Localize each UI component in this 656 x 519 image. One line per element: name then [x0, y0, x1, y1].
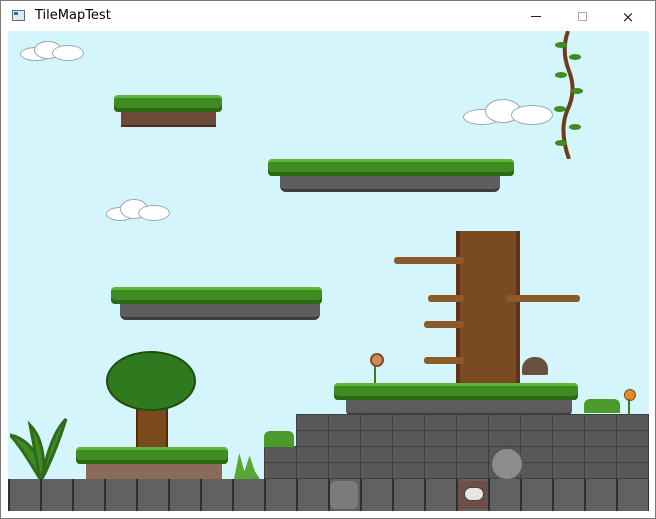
- title-bar[interactable]: TileMapTest ×: [1, 1, 655, 32]
- grass-tuft: [264, 431, 294, 447]
- hanging-vine: [554, 31, 583, 159]
- minimize-icon: [531, 16, 541, 17]
- window-title: TileMapTest: [35, 8, 111, 23]
- maximize-icon: [577, 12, 587, 21]
- stone-floor-tile-variant: [330, 481, 358, 509]
- close-icon: ×: [621, 7, 635, 26]
- cloud-sprite: [20, 39, 84, 61]
- boulder-sprite: [490, 447, 524, 481]
- game-viewport[interactable]: [8, 31, 649, 511]
- stone-block-lower: [264, 446, 649, 480]
- cloud-sprite: [106, 199, 170, 221]
- flower-sprite: [366, 353, 384, 383]
- skull-fossil-tile: [458, 481, 488, 509]
- cloud-sprite: [463, 97, 553, 125]
- grass-tuft: [584, 399, 620, 413]
- grass-tuft: [234, 453, 260, 479]
- stone-floor: [8, 479, 649, 511]
- stone-block-upper: [296, 414, 649, 448]
- maximize-button[interactable]: [559, 1, 605, 32]
- app-window-icon: [12, 10, 25, 21]
- minimize-button[interactable]: [513, 1, 559, 32]
- close-button[interactable]: ×: [605, 1, 651, 32]
- fern-plant: [10, 417, 68, 479]
- flower-sprite: [622, 389, 636, 415]
